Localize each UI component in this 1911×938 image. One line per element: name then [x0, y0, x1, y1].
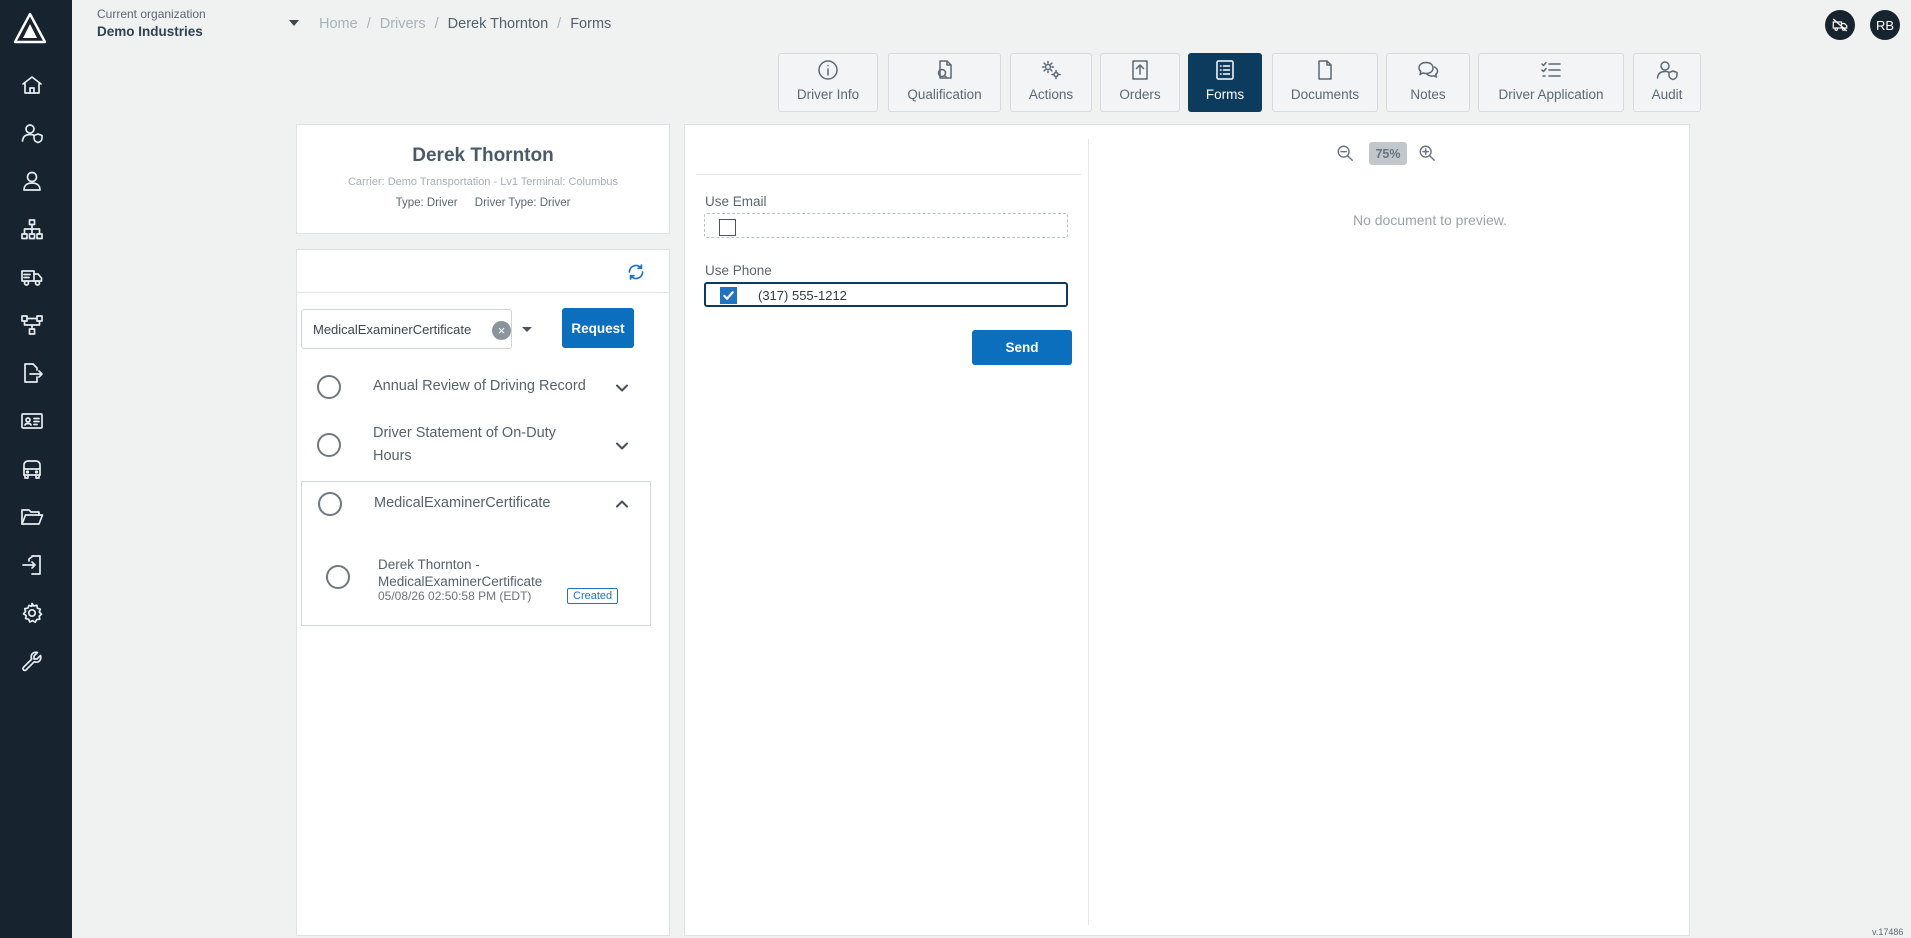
checkmark-icon: [723, 291, 734, 300]
divider: [297, 292, 669, 293]
breadcrumb-driver[interactable]: Derek Thornton: [448, 16, 548, 32]
id-card-icon[interactable]: [19, 408, 45, 434]
form-item-label: Annual Review of Driving Record: [373, 378, 586, 394]
use-phone-label: Use Phone: [705, 263, 772, 278]
workflow-icon[interactable]: [19, 312, 45, 338]
user-shield-icon[interactable]: [19, 120, 45, 146]
form-type-selected-value: MedicalExaminerCertificate: [313, 322, 472, 337]
export-icon[interactable]: [19, 360, 45, 386]
user-avatar[interactable]: RB: [1870, 10, 1900, 40]
status-badge: Created: [567, 588, 619, 604]
phone-field[interactable]: (317) 555-1212: [704, 282, 1068, 307]
chat-icon: [1418, 61, 1439, 78]
org-name[interactable]: Demo Industries: [97, 24, 203, 39]
user-icon[interactable]: [19, 168, 45, 194]
send-preview-panel: Use Email Use Phone (317) 555-1212 Send …: [684, 124, 1690, 936]
form-item-radio[interactable]: [318, 492, 342, 516]
settings-gear-icon[interactable]: [19, 600, 45, 626]
breadcrumb: Home / Drivers / Derek Thornton / Forms: [319, 16, 612, 32]
zoom-out-icon[interactable]: [1336, 144, 1356, 164]
tab-documents[interactable]: Documents: [1272, 53, 1378, 112]
forms-icon: [1216, 60, 1234, 80]
select-caret-icon[interactable]: [522, 327, 532, 332]
tab-audit[interactable]: Audit: [1633, 53, 1701, 112]
qualification-icon: [937, 60, 952, 79]
document-icon: [1318, 60, 1332, 80]
tab-orders[interactable]: Orders: [1100, 53, 1180, 112]
form-item-label: MedicalExaminerCertificate: [374, 495, 551, 511]
wrench-icon[interactable]: [19, 648, 45, 674]
no-vehicle-icon[interactable]: [1825, 10, 1855, 40]
tab-notes[interactable]: Notes: [1386, 53, 1470, 112]
org-chart-icon[interactable]: [19, 216, 45, 242]
tab-forms[interactable]: Forms: [1188, 53, 1262, 112]
info-icon: [818, 60, 838, 80]
tab-driver-application[interactable]: Driver Application: [1478, 53, 1624, 112]
divider: [696, 174, 1081, 175]
driver-profile-card: Derek Thornton Carrier: Demo Transportat…: [296, 124, 670, 234]
form-item-label: Driver Statement of On-Duty Hours: [373, 425, 556, 464]
use-phone-checkbox[interactable]: [720, 287, 737, 304]
breadcrumb-drivers[interactable]: Drivers: [380, 16, 426, 32]
phone-input[interactable]: (317) 555-1212: [758, 288, 847, 303]
driver-type-detail: Driver Type: Driver: [474, 197, 571, 209]
sidebar: [0, 0, 72, 938]
zoom-in-icon[interactable]: [1418, 144, 1438, 164]
form-item-on-duty-hours[interactable]: Driver Statement of On-Duty Hours: [297, 420, 671, 472]
login-icon[interactable]: [19, 552, 45, 578]
preview-empty-message: No document to preview.: [1352, 212, 1508, 228]
upload-icon: [1132, 60, 1148, 80]
folder-open-icon[interactable]: [19, 504, 45, 530]
form-item-radio[interactable]: [317, 433, 341, 457]
audit-icon: [1656, 61, 1678, 81]
org-label: Current organization: [97, 7, 206, 21]
clear-selection-icon[interactable]: ×: [492, 321, 511, 340]
driver-carrier: Carrier: Demo Transportation - Lv1 Termi…: [347, 176, 618, 188]
use-email-checkbox[interactable]: [719, 219, 736, 236]
refresh-icon[interactable]: [626, 262, 648, 284]
checklist-icon: [1541, 61, 1561, 77]
vehicle-icon[interactable]: [19, 456, 45, 482]
form-instance-radio[interactable]: [326, 565, 350, 589]
gears-icon: [1041, 60, 1061, 80]
tab-qualification[interactable]: Qualification: [888, 53, 1001, 112]
form-instance-title[interactable]: Derek Thornton - MedicalExaminerCertific…: [378, 556, 568, 590]
app-logo[interactable]: [13, 12, 47, 44]
tab-driver-info[interactable]: Driver Info: [778, 53, 878, 112]
divider: [1088, 139, 1089, 925]
form-item-annual-review[interactable]: Annual Review of Driving Record: [297, 368, 671, 408]
chevron-up-icon[interactable]: [615, 497, 629, 511]
driver-name: Derek Thornton: [412, 145, 554, 166]
request-button[interactable]: Request: [562, 308, 634, 348]
driver-type-label: Type: Driver: [395, 197, 458, 209]
use-email-label: Use Email: [705, 194, 767, 209]
form-item-radio[interactable]: [317, 375, 341, 399]
breadcrumb-home[interactable]: Home: [319, 16, 358, 32]
zoom-level: 75%: [1369, 142, 1407, 165]
form-type-select[interactable]: MedicalExaminerCertificate ×: [301, 309, 532, 349]
form-instance-date: 05/08/26 02:50:58 PM (EDT): [378, 589, 532, 603]
home-icon[interactable]: [19, 72, 45, 98]
tab-actions[interactable]: Actions: [1010, 53, 1092, 112]
driver-types: Type: Driver Driver Type: Driver: [297, 197, 669, 209]
app-version: v.17486: [1872, 927, 1904, 937]
chevron-down-icon[interactable]: [615, 439, 629, 453]
form-item-medical-examiner[interactable]: MedicalExaminerCertificate: [297, 485, 671, 525]
org-dropdown-caret-icon[interactable]: [289, 20, 299, 26]
breadcrumb-current: Forms: [570, 16, 612, 32]
email-field[interactable]: [704, 213, 1068, 238]
chevron-down-icon[interactable]: [615, 381, 629, 395]
send-button[interactable]: Send: [972, 330, 1072, 365]
truck-icon[interactable]: [19, 264, 45, 290]
forms-list-panel: MedicalExaminerCertificate × Request Ann…: [296, 249, 670, 936]
